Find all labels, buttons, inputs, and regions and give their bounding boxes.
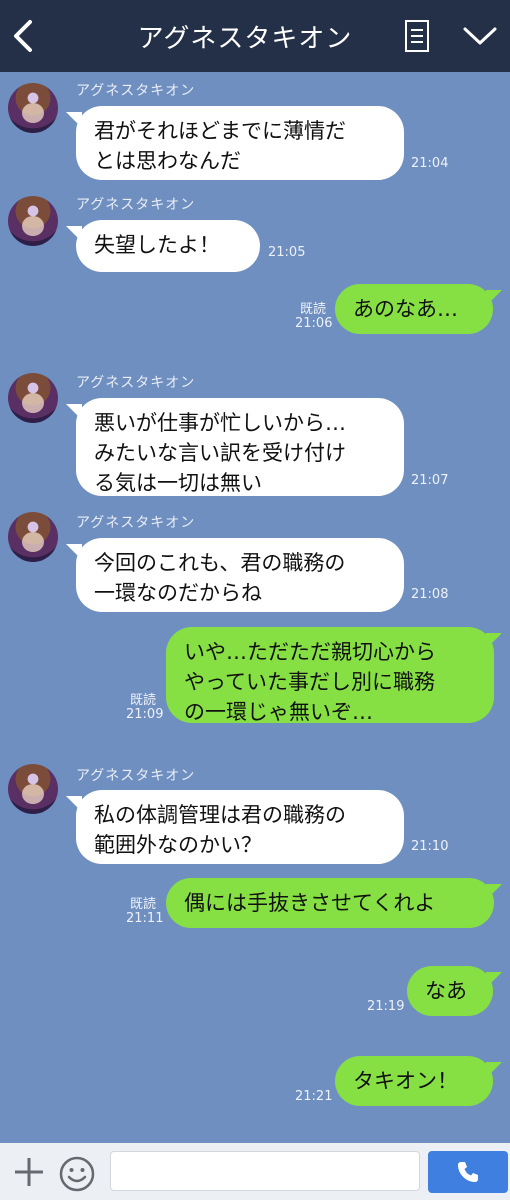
bubble-tail — [486, 884, 502, 900]
avatar[interactable] — [8, 373, 58, 423]
add-button[interactable] — [12, 1155, 46, 1189]
message-time: 21:10 — [411, 839, 449, 854]
sender-name: アグネスタキオン — [76, 197, 196, 213]
chat-title: アグネスタキオン — [137, 23, 353, 54]
avatar[interactable] — [8, 196, 58, 246]
message-time: 21:09 — [126, 707, 164, 722]
sender-name: アグネスタキオン — [76, 375, 196, 391]
sender-name: アグネスタキオン — [76, 83, 196, 99]
sender-name: アグネスタキオン — [76, 515, 196, 531]
chevron-down-icon — [463, 27, 497, 45]
message-bubble[interactable]: あのなあ… — [335, 284, 493, 334]
call-button[interactable] — [428, 1151, 508, 1193]
message-time: 21:07 — [411, 473, 449, 488]
message-bubble[interactable]: いや…ただただ親切心から やっていた事だし別に職務 の一環じゃ無いぞ… — [166, 627, 494, 724]
message-time: 21:19 — [367, 999, 405, 1014]
phone-icon — [458, 1162, 478, 1182]
plus-icon — [15, 1158, 43, 1186]
avatar[interactable] — [8, 83, 58, 133]
chevron-left-icon — [14, 20, 32, 52]
message-time: 21:04 — [411, 156, 449, 171]
message-bubble[interactable]: なあ — [407, 966, 493, 1016]
menu-toggle-button[interactable] — [460, 18, 500, 54]
bubble-tail — [486, 633, 502, 649]
message-time: 21:11 — [126, 911, 164, 926]
emoji-button[interactable] — [58, 1155, 96, 1193]
input-bar — [0, 1143, 510, 1200]
bubble-tail — [486, 972, 502, 988]
message-bubble[interactable]: 失望したよ！ — [76, 220, 260, 272]
bubble-tail — [486, 1062, 502, 1078]
message-bubble[interactable]: 偶には手抜きさせてくれよ — [166, 878, 494, 928]
message-time: 21:05 — [268, 245, 306, 260]
message-bubble[interactable]: 今回のこれも、君の職務の 一環なのだからね — [76, 538, 404, 612]
message-bubble[interactable]: 私の体調管理は君の職務の 範囲外なのかい？ — [76, 790, 404, 864]
message-bubble[interactable]: タキオン！ — [335, 1056, 493, 1106]
sender-name: アグネスタキオン — [76, 768, 196, 784]
message-bubble[interactable]: 君がそれほどまでに薄情だ とは思わなんだ — [76, 106, 404, 180]
message-time: 21:06 — [295, 316, 333, 331]
read-receipt: 既読 — [299, 302, 326, 317]
back-button[interactable] — [6, 14, 40, 58]
memo-button[interactable] — [402, 18, 432, 54]
read-receipt: 既読 — [129, 897, 156, 912]
read-receipt: 既読 — [129, 693, 156, 708]
message-bubble[interactable]: 悪いが仕事が忙しいから… みたいな言い訳を受け付け る気は一切は無い — [76, 398, 404, 496]
chat-header: アグネスタキオン — [0, 0, 510, 72]
avatar[interactable] — [8, 512, 58, 562]
message-input[interactable] — [110, 1151, 420, 1191]
avatar[interactable] — [8, 764, 58, 814]
bubble-tail — [486, 290, 502, 306]
message-time: 21:21 — [295, 1089, 333, 1104]
smiley-icon — [59, 1156, 95, 1192]
message-time: 21:08 — [411, 587, 449, 602]
note-icon — [405, 20, 429, 52]
